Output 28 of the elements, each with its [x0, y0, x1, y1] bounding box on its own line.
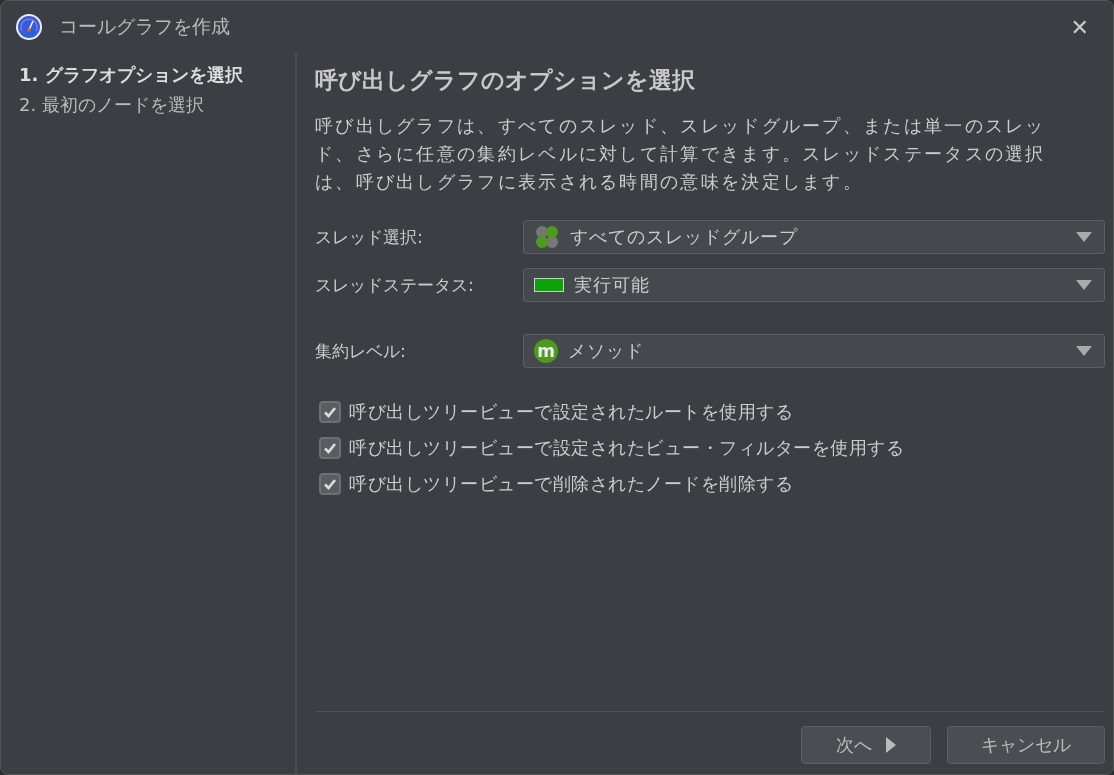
status-swatch: [534, 278, 564, 292]
window-title: コールグラフを作成: [59, 14, 231, 39]
caret-icon: [1076, 280, 1092, 290]
checkbox-label: 呼び出しツリービューで設定されたビュー・フィルターを使用する: [349, 436, 904, 460]
field-label: スレッド選択:: [315, 225, 424, 249]
next-button[interactable]: 次へ: [801, 726, 931, 764]
page-heading: 呼び出しグラフのオプションを選択: [315, 66, 696, 95]
wizard-step[interactable]: 1. グラフオプションを選択: [19, 63, 295, 87]
checkbox[interactable]: [319, 401, 341, 423]
checkbox-label: 呼び出しツリービューで削除されたノードを削除する: [349, 472, 793, 496]
triangle-right-icon: [886, 737, 896, 753]
gauge-icon: [15, 13, 43, 41]
thread-group-icon: [534, 224, 560, 250]
method-icon: m: [534, 339, 558, 363]
field-label: スレッドステータス:: [315, 273, 475, 297]
close-button[interactable]: ✕: [1060, 14, 1099, 40]
dropdown[interactable]: 実行可能: [523, 268, 1105, 302]
cancel-button[interactable]: キャンセル: [947, 726, 1105, 764]
field-label: 集約レベル:: [315, 339, 407, 363]
wizard-step[interactable]: 2. 最初のノードを選択: [19, 93, 295, 117]
description: 呼び出しグラフは、すべてのスレッド、スレッドグループ、または単一のスレッド、さらに任意の集約レベルに対して計算できます。スレッドステータスの選択は、呼び出しグラフに表示される時間の意味を決定します。: [315, 114, 1047, 194]
dropdown[interactable]: m メソッド: [523, 334, 1105, 368]
checkbox[interactable]: [319, 473, 341, 495]
caret-icon: [1076, 346, 1092, 356]
checkbox[interactable]: [319, 437, 341, 459]
checkbox-label: 呼び出しツリービューで設定されたルートを使用する: [349, 400, 793, 424]
dropdown[interactable]: すべてのスレッドグループ: [523, 220, 1105, 254]
caret-icon: [1076, 232, 1092, 242]
